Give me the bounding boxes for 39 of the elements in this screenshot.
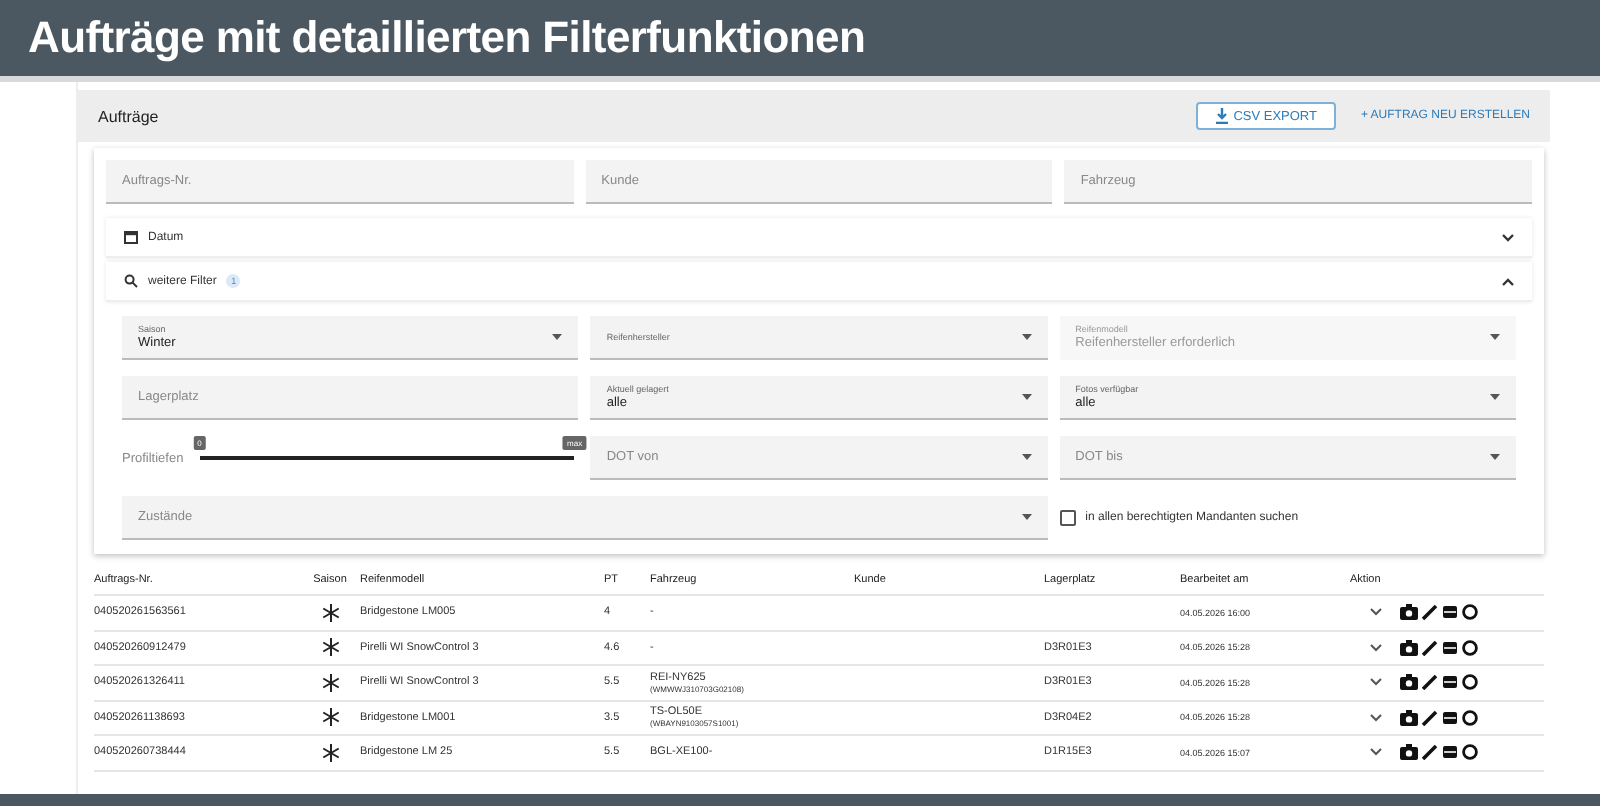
chevron-down-icon[interactable] <box>1369 608 1381 617</box>
camera-icon[interactable] <box>1400 709 1418 726</box>
camera-icon[interactable] <box>1400 744 1418 761</box>
download-icon <box>1215 108 1228 124</box>
dropdown-caret-icon <box>1489 334 1500 340</box>
dropdown-caret-icon <box>1021 394 1032 400</box>
dropdown-caret-icon <box>552 334 563 340</box>
chevron-down-icon[interactable] <box>1369 713 1381 722</box>
camera-icon[interactable] <box>1400 604 1418 621</box>
snowflake-icon <box>321 673 339 692</box>
circle-icon[interactable] <box>1462 744 1478 761</box>
snowflake-icon <box>321 603 339 622</box>
circle-icon[interactable] <box>1462 709 1478 726</box>
camera-icon[interactable] <box>1400 639 1418 656</box>
pencil-icon[interactable] <box>1422 674 1438 691</box>
pencil-icon[interactable] <box>1422 744 1438 761</box>
dropdown-caret-icon <box>1489 394 1500 400</box>
circle-icon[interactable] <box>1462 604 1478 621</box>
chevron-down-icon[interactable] <box>1369 748 1381 757</box>
page-title: Aufträge mit detaillierten Filterfunktionen <box>28 12 866 64</box>
dropdown-caret-icon <box>1021 334 1032 340</box>
search-icon <box>124 274 138 288</box>
circle-icon[interactable] <box>1462 639 1478 656</box>
snowflake-icon <box>321 743 339 762</box>
pencil-icon[interactable] <box>1422 604 1438 621</box>
chevron-down-icon[interactable] <box>1369 643 1381 652</box>
circle-icon[interactable] <box>1462 674 1478 691</box>
camera-icon[interactable] <box>1400 674 1418 691</box>
calendar-icon <box>124 230 138 244</box>
dropdown-caret-icon <box>1489 454 1500 460</box>
chevron-down-icon[interactable] <box>1369 678 1381 687</box>
dropdown-caret-icon <box>1021 454 1032 460</box>
snowflake-icon <box>321 708 339 727</box>
snowflake-icon <box>321 638 339 657</box>
toolbar-title: Aufträge <box>98 107 161 125</box>
checkbox[interactable] <box>1059 510 1076 526</box>
pencil-icon[interactable] <box>1422 639 1438 656</box>
dropdown-caret-icon <box>1021 514 1032 520</box>
pencil-icon[interactable] <box>1422 709 1438 726</box>
